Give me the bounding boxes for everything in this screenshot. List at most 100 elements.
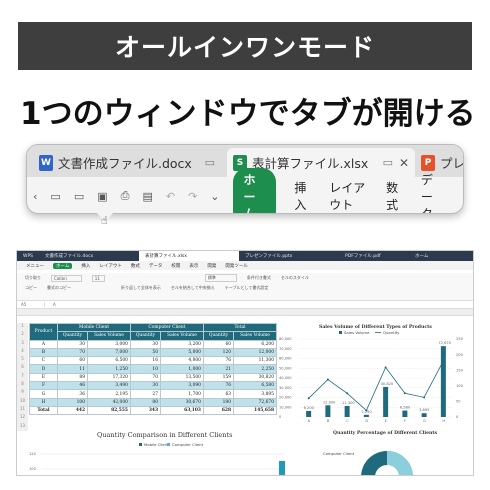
app-tab-docx[interactable]: 文書作成ファイル.docx bbox=[39, 251, 139, 261]
value-cell[interactable]: 16 bbox=[129, 356, 162, 366]
row-number[interactable]: 10 bbox=[17, 398, 28, 406]
row-number[interactable]: 13 bbox=[17, 423, 28, 431]
product-cell[interactable]: H bbox=[29, 397, 58, 407]
value-cell[interactable]: 76 bbox=[202, 381, 235, 391]
table-row[interactable]: H 100 42,000 80 30,670 180 72,670 bbox=[29, 397, 277, 407]
row-number[interactable]: 4 bbox=[17, 348, 28, 356]
formula-input[interactable]: A bbox=[45, 302, 56, 307]
menu-data[interactable]: データ bbox=[149, 263, 163, 269]
row-number[interactable]: 12 bbox=[17, 414, 28, 422]
menu-view[interactable]: 表示 bbox=[189, 263, 198, 269]
menu-data[interactable]: データ bbox=[421, 171, 443, 214]
value-cell[interactable]: 89 bbox=[56, 372, 89, 383]
print-icon[interactable]: ⎙ bbox=[121, 189, 130, 203]
row-number[interactable]: 9 bbox=[17, 389, 28, 397]
conditional-format-button[interactable]: 条件付き書式 bbox=[247, 275, 271, 281]
value-cell[interactable]: 3,000 bbox=[87, 339, 131, 349]
app-tab-pdf[interactable]: PDFファイル.pdf bbox=[339, 251, 409, 261]
subheader-sales[interactable]: Sales Volume bbox=[233, 331, 277, 341]
redo-icon[interactable]: ↷ bbox=[188, 190, 197, 203]
subheader-sales[interactable]: Sales Volume bbox=[160, 331, 204, 341]
value-cell[interactable]: 4,800 bbox=[160, 356, 204, 366]
value-cell[interactable]: 3,090 bbox=[160, 381, 204, 391]
product-cell[interactable]: G bbox=[29, 389, 58, 399]
value-cell[interactable]: 60 bbox=[56, 356, 89, 366]
menu-formulas[interactable]: 数式 bbox=[386, 179, 401, 213]
menu-home[interactable]: ホーム bbox=[53, 262, 73, 269]
value-cell[interactable]: 11 bbox=[56, 364, 89, 374]
value-cell[interactable]: 30 bbox=[129, 381, 162, 391]
table-row[interactable]: F 46 3,490 30 3,090 76 6,580 bbox=[29, 381, 277, 391]
product-cell[interactable]: B bbox=[29, 347, 58, 358]
value-cell[interactable]: 70 bbox=[129, 372, 162, 383]
value-cell[interactable]: 120 bbox=[202, 347, 235, 358]
value-cell[interactable]: 3,200 bbox=[160, 339, 204, 349]
value-cell[interactable]: 13,500 bbox=[160, 372, 204, 383]
cut-button[interactable]: 切り取り bbox=[25, 275, 41, 281]
menu-layout[interactable]: レイアウト bbox=[329, 179, 366, 213]
value-cell[interactable]: 6,580 bbox=[233, 381, 277, 391]
menu-review[interactable]: 校閲 bbox=[171, 263, 180, 269]
table-row[interactable]: E 89 17,320 70 13,500 159 30,820 bbox=[29, 372, 277, 383]
close-icon[interactable]: ✕ bbox=[399, 156, 409, 170]
tab-home[interactable]: ホーム bbox=[232, 167, 277, 213]
value-cell[interactable]: 50 bbox=[129, 347, 162, 358]
save-icon[interactable]: ▣ bbox=[97, 190, 107, 203]
menu-formula[interactable]: 数式 bbox=[131, 263, 140, 269]
value-cell[interactable]: 80 bbox=[129, 397, 162, 407]
subheader-quantity[interactable]: Quantity bbox=[56, 331, 89, 341]
value-cell[interactable]: 36 bbox=[56, 389, 89, 399]
value-cell[interactable]: 1,000 bbox=[160, 364, 204, 374]
header-product[interactable]: Product bbox=[29, 323, 58, 341]
folder-icon[interactable]: ▭ bbox=[50, 190, 60, 203]
cell-reference[interactable]: A5 bbox=[17, 302, 45, 307]
menu-dev[interactable]: 開発 bbox=[207, 263, 216, 269]
monitor-icon[interactable]: ▭ bbox=[383, 156, 393, 169]
app-tab-pptx[interactable]: プレゼンファイル.pptx bbox=[239, 251, 339, 261]
value-cell[interactable]: 17,320 bbox=[87, 372, 131, 383]
app-tab-home[interactable]: ホーム bbox=[409, 251, 434, 261]
header-total[interactable]: Total bbox=[202, 322, 278, 333]
row-number[interactable]: 3 bbox=[17, 340, 28, 348]
product-cell[interactable]: F bbox=[29, 381, 58, 391]
monitor-icon[interactable]: ▭ bbox=[205, 156, 215, 169]
table-row[interactable]: G 36 2,195 27 1,700 63 3,895 bbox=[29, 389, 277, 399]
value-cell[interactable]: 30,670 bbox=[160, 397, 204, 407]
value-cell[interactable]: 343 bbox=[129, 405, 162, 416]
tab-docx[interactable]: W 文書作成ファイル.docx ▭ bbox=[39, 148, 219, 177]
row-number[interactable]: 2 bbox=[17, 331, 28, 339]
value-cell[interactable]: 2,195 bbox=[87, 389, 131, 399]
number-format-select[interactable]: 標準 bbox=[204, 274, 237, 282]
cell-style-button[interactable]: セルのスタイル bbox=[281, 275, 309, 281]
value-cell[interactable]: 27 bbox=[129, 389, 162, 399]
table-row[interactable]: B 70 7,000 50 5,000 120 12,000 bbox=[29, 347, 277, 358]
header-mobile[interactable]: Mobile Client bbox=[56, 322, 131, 333]
value-cell[interactable]: 12,000 bbox=[233, 347, 277, 358]
value-cell[interactable]: 30,820 bbox=[233, 372, 277, 383]
value-cell[interactable]: 100 bbox=[56, 397, 89, 407]
subheader-quantity[interactable]: Quantity bbox=[129, 331, 162, 341]
value-cell[interactable]: 6,500 bbox=[87, 356, 131, 366]
value-cell[interactable]: 42,000 bbox=[87, 397, 131, 407]
undo-icon[interactable]: ↶ bbox=[166, 190, 175, 203]
value-cell[interactable]: 70 bbox=[56, 347, 89, 358]
value-cell[interactable]: 5,000 bbox=[160, 347, 204, 358]
value-cell[interactable]: 1,700 bbox=[160, 389, 204, 399]
row-number[interactable]: 11 bbox=[17, 406, 28, 414]
value-cell[interactable]: 180 bbox=[202, 397, 235, 407]
value-cell[interactable]: 11,300 bbox=[233, 356, 277, 366]
row-number[interactable]: 8 bbox=[17, 381, 28, 389]
table-row[interactable]: C 60 6,500 16 4,800 76 11,300 bbox=[29, 356, 277, 366]
format-as-table-button[interactable]: テーブルとして書式設定 bbox=[225, 285, 269, 291]
product-cell[interactable]: E bbox=[29, 372, 58, 383]
row-number[interactable]: 7 bbox=[17, 373, 28, 381]
value-cell[interactable]: 46 bbox=[56, 381, 89, 391]
value-cell[interactable]: 159 bbox=[202, 372, 235, 383]
product-cell[interactable]: Total bbox=[29, 405, 58, 416]
subheader-quantity[interactable]: Quantity bbox=[202, 331, 235, 341]
row-number[interactable]: 1 bbox=[17, 323, 28, 331]
header-computer[interactable]: Computer Client bbox=[129, 322, 204, 333]
wrap-text-button[interactable]: 折り返して全体を表示 bbox=[121, 285, 161, 291]
app-tab-xlsx[interactable]: 表計算ファイル.xlsx bbox=[139, 251, 240, 261]
merge-center-button[interactable]: セルを結合して中央揃え bbox=[171, 285, 215, 291]
